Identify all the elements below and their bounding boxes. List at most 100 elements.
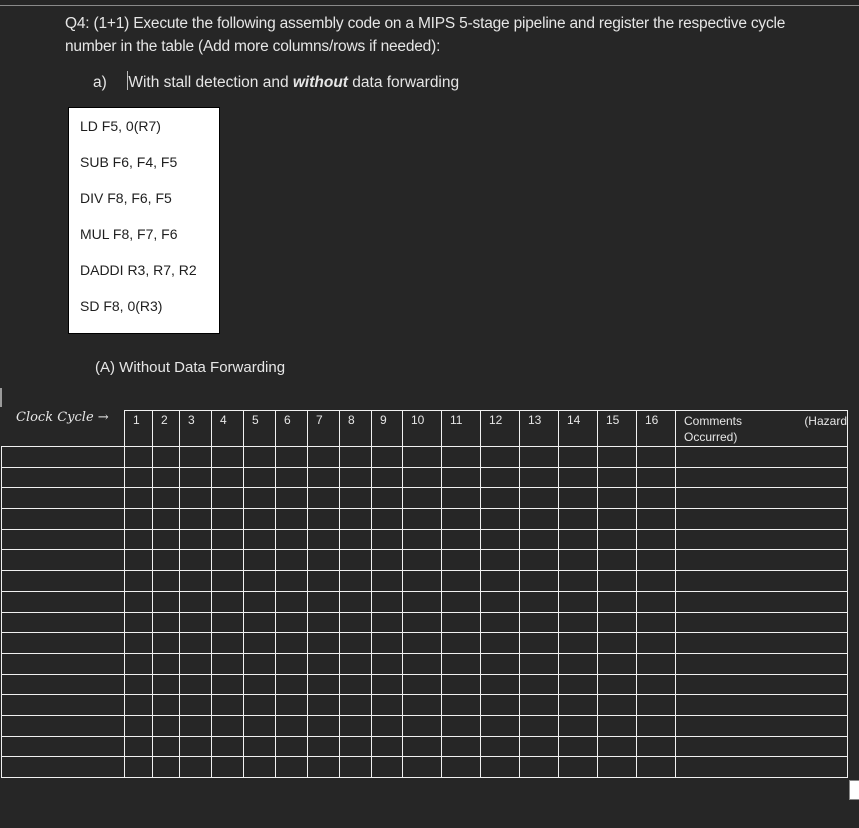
stage-cell[interactable] [243, 446, 276, 468]
stage-cell[interactable] [371, 570, 403, 592]
stage-cell[interactable] [636, 570, 676, 592]
stage-cell[interactable] [275, 756, 308, 778]
stage-cell[interactable] [558, 756, 598, 778]
stage-cell[interactable] [558, 694, 598, 716]
stage-cell[interactable] [124, 756, 153, 778]
stage-cell[interactable] [339, 756, 372, 778]
instruction-cell[interactable] [1, 673, 125, 696]
stage-cell[interactable] [307, 487, 340, 510]
stage-cell[interactable] [152, 487, 180, 510]
stage-cell[interactable] [597, 714, 637, 737]
stage-cell[interactable] [124, 590, 153, 613]
stage-cell[interactable] [243, 673, 276, 696]
stage-cell[interactable] [371, 487, 403, 510]
stage-cell[interactable] [519, 570, 559, 592]
instruction-cell[interactable] [1, 611, 125, 634]
comment-cell[interactable] [675, 446, 848, 468]
stage-cell[interactable] [307, 466, 340, 489]
stage-cell[interactable] [558, 632, 598, 654]
stage-cell[interactable] [339, 652, 372, 675]
stage-cell[interactable] [402, 694, 442, 716]
stage-cell[interactable] [519, 756, 559, 778]
stage-cell[interactable] [597, 466, 637, 489]
stage-cell[interactable] [339, 508, 372, 530]
stage-cell[interactable] [275, 714, 308, 737]
stage-cell[interactable] [152, 735, 180, 758]
stage-cell[interactable] [179, 714, 212, 737]
stage-cell[interactable] [152, 446, 180, 468]
instruction-cell[interactable] [1, 466, 125, 489]
stage-cell[interactable] [519, 590, 559, 613]
stage-cell[interactable] [243, 590, 276, 613]
stage-cell[interactable] [124, 694, 153, 716]
stage-cell[interactable] [519, 632, 559, 654]
stage-cell[interactable] [371, 590, 403, 613]
stage-cell[interactable] [558, 590, 598, 613]
stage-cell[interactable] [597, 508, 637, 530]
stage-cell[interactable] [275, 528, 308, 551]
stage-cell[interactable] [480, 735, 520, 758]
stage-cell[interactable] [275, 632, 308, 654]
stage-cell[interactable] [402, 756, 442, 778]
stage-cell[interactable] [307, 756, 340, 778]
stage-cell[interactable] [243, 652, 276, 675]
stage-cell[interactable] [480, 466, 520, 489]
stage-cell[interactable] [339, 673, 372, 696]
stage-cell[interactable] [597, 528, 637, 551]
stage-cell[interactable] [371, 466, 403, 489]
stage-cell[interactable] [152, 714, 180, 737]
stage-cell[interactable] [636, 528, 676, 551]
stage-cell[interactable] [558, 466, 598, 489]
stage-cell[interactable] [558, 611, 598, 634]
stage-cell[interactable] [211, 652, 244, 675]
stage-cell[interactable] [441, 694, 481, 716]
comment-cell[interactable] [675, 714, 848, 737]
stage-cell[interactable] [211, 735, 244, 758]
stage-cell[interactable] [371, 611, 403, 634]
stage-cell[interactable] [371, 508, 403, 530]
stage-cell[interactable] [243, 528, 276, 551]
stage-cell[interactable] [480, 632, 520, 654]
stage-cell[interactable] [243, 735, 276, 758]
stage-cell[interactable] [211, 756, 244, 778]
stage-cell[interactable] [636, 508, 676, 530]
stage-cell[interactable] [339, 466, 372, 489]
instruction-cell[interactable] [1, 487, 125, 510]
stage-cell[interactable] [211, 714, 244, 737]
stage-cell[interactable] [441, 673, 481, 696]
stage-cell[interactable] [124, 466, 153, 489]
stage-cell[interactable] [339, 570, 372, 592]
stage-cell[interactable] [441, 590, 481, 613]
stage-cell[interactable] [211, 673, 244, 696]
stage-cell[interactable] [519, 673, 559, 696]
stage-cell[interactable] [597, 446, 637, 468]
stage-cell[interactable] [519, 487, 559, 510]
stage-cell[interactable] [519, 652, 559, 675]
stage-cell[interactable] [519, 694, 559, 716]
stage-cell[interactable] [307, 632, 340, 654]
stage-cell[interactable] [636, 549, 676, 572]
stage-cell[interactable] [441, 446, 481, 468]
stage-cell[interactable] [243, 611, 276, 634]
stage-cell[interactable] [371, 652, 403, 675]
instruction-cell[interactable] [1, 570, 125, 592]
stage-cell[interactable] [211, 508, 244, 530]
stage-cell[interactable] [243, 466, 276, 489]
stage-cell[interactable] [211, 549, 244, 572]
stage-cell[interactable] [371, 714, 403, 737]
stage-cell[interactable] [152, 632, 180, 654]
stage-cell[interactable] [480, 652, 520, 675]
stage-cell[interactable] [402, 611, 442, 634]
stage-cell[interactable] [152, 756, 180, 778]
stage-cell[interactable] [179, 570, 212, 592]
stage-cell[interactable] [597, 694, 637, 716]
stage-cell[interactable] [441, 652, 481, 675]
stage-cell[interactable] [307, 714, 340, 737]
instruction-cell[interactable] [1, 652, 125, 675]
stage-cell[interactable] [402, 466, 442, 489]
stage-cell[interactable] [124, 652, 153, 675]
stage-cell[interactable] [480, 694, 520, 716]
stage-cell[interactable] [402, 549, 442, 572]
stage-cell[interactable] [211, 446, 244, 468]
stage-cell[interactable] [211, 570, 244, 592]
